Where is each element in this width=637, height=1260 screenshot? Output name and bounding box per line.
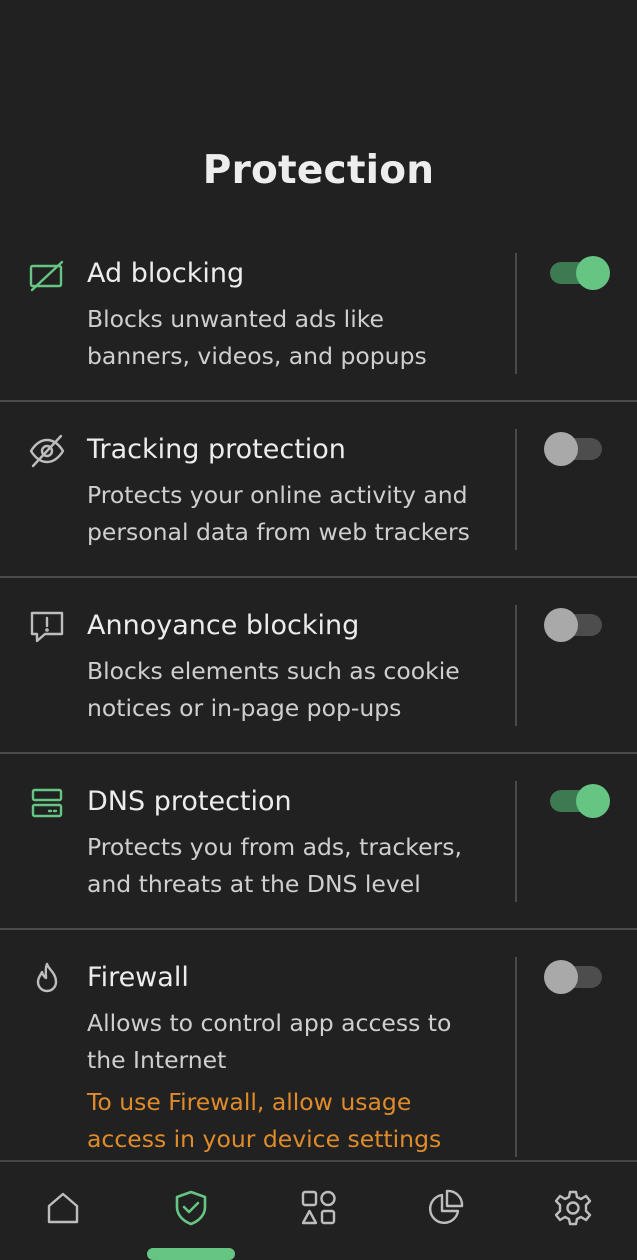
row-title: Tracking protection (87, 434, 346, 465)
warning-line: access in your device settings (87, 1125, 442, 1153)
shield-check-icon (175, 1190, 207, 1226)
row-separator (515, 429, 517, 550)
nav-home[interactable] (43, 1188, 83, 1228)
nav-apps[interactable] (299, 1188, 339, 1228)
row-separator (515, 605, 517, 726)
row-tracking-protection[interactable]: Tracking protection Protects your online… (0, 426, 637, 578)
row-firewall[interactable]: Firewall Allows to control app access to… (0, 954, 637, 1160)
nav-statistics[interactable] (425, 1188, 465, 1228)
ad-blocking-toggle[interactable] (544, 255, 610, 291)
row-separator (515, 781, 517, 902)
row-description-line: Allows to control app access to (87, 1009, 452, 1037)
row-dns-protection[interactable]: DNS protection Protects you from ads, tr… (0, 778, 637, 930)
eye-off-icon (28, 432, 66, 470)
row-description: Blocks elements such as cookie notices o… (87, 653, 497, 727)
bottom-navigation (0, 1160, 637, 1260)
row-description-line: the Internet (87, 1046, 227, 1074)
annoyance-blocking-toggle[interactable] (544, 607, 606, 643)
row-title: Firewall (87, 962, 189, 993)
row-title: DNS protection (87, 786, 292, 817)
toggle-knob (576, 784, 610, 818)
row-description-line: Blocks unwanted ads like (87, 305, 384, 333)
annoyance-icon (28, 608, 66, 646)
row-description: Protects your online activity and person… (87, 477, 497, 551)
page-title: Protection (202, 148, 435, 193)
row-ad-blocking[interactable]: Ad blocking Blocks unwanted ads like ban… (0, 250, 637, 402)
row-divider (0, 576, 637, 578)
toggle-knob (544, 432, 578, 466)
flame-icon (28, 960, 66, 998)
row-description-line: banners, videos, and popups (87, 342, 427, 370)
stats-pie-icon (429, 1189, 464, 1224)
row-divider (0, 752, 637, 754)
row-description-line: Protects your online activity and (87, 481, 468, 509)
tracking-protection-toggle[interactable] (544, 431, 606, 467)
row-divider (0, 928, 637, 930)
warning-line: To use Firewall, allow usage (87, 1088, 412, 1116)
firewall-toggle[interactable] (544, 959, 606, 995)
toggle-knob (544, 608, 578, 642)
row-description-line: personal data from web trackers (87, 518, 470, 546)
gear-icon (554, 1190, 592, 1226)
row-separator (515, 957, 517, 1157)
toggle-knob (576, 256, 610, 290)
nav-protection[interactable] (171, 1188, 211, 1228)
apps-icon (301, 1190, 336, 1225)
row-title: Ad blocking (87, 258, 245, 289)
row-title: Annoyance blocking (87, 610, 360, 641)
nav-settings[interactable] (553, 1188, 593, 1228)
firewall-permission-link[interactable]: To use Firewall, allow usage access in y… (87, 1084, 497, 1158)
row-description-line: and threats at the DNS level (87, 870, 421, 898)
active-tab-indicator (147, 1248, 235, 1260)
row-description: Protects you from ads, trackers, and thr… (87, 829, 497, 903)
row-description: Allows to control app access to the Inte… (87, 1005, 497, 1079)
row-annoyance-blocking[interactable]: Annoyance blocking Blocks elements such … (0, 602, 637, 754)
row-description-line: Protects you from ads, trackers, (87, 833, 462, 861)
toggle-knob (544, 960, 578, 994)
row-divider (0, 400, 637, 402)
row-description: Blocks unwanted ads like banners, videos… (87, 301, 497, 375)
row-description-line: notices or in-page pop-ups (87, 694, 402, 722)
row-description-line: Blocks elements such as cookie (87, 657, 460, 685)
dns-protection-toggle[interactable] (544, 783, 610, 819)
ad-blocking-icon (28, 256, 66, 294)
row-separator (515, 253, 517, 374)
dns-server-icon (28, 784, 66, 822)
home-icon (47, 1192, 79, 1224)
